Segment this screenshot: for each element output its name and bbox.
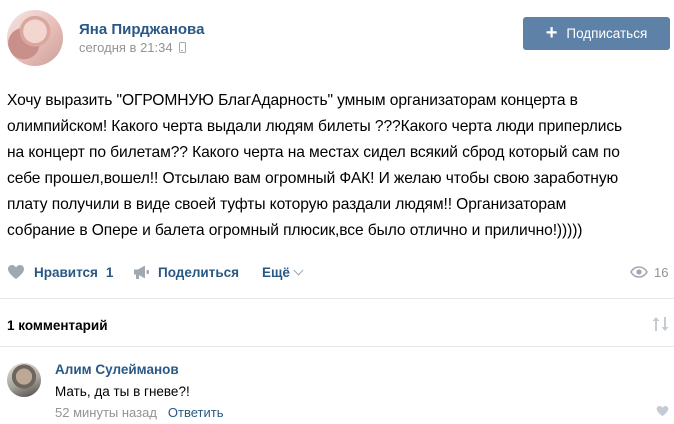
comments-count: 1 комментарий — [7, 318, 108, 333]
subscribe-button[interactable]: + Подписаться — [523, 17, 670, 50]
post-header: Яна Пирджанова сегодня в 21:34 + Подписа… — [0, 0, 674, 80]
like-button[interactable]: Нравится 1 — [7, 258, 113, 286]
subscribe-label: Подписаться — [566, 26, 648, 41]
post-text: Хочу выразить "ОГРОМНУЮ БлагАдарность" у… — [7, 92, 623, 239]
comment-meta: 52 минуты назад Ответить — [55, 405, 223, 420]
comment-like-heart-icon[interactable] — [656, 405, 669, 417]
views-count: 16 — [654, 264, 669, 280]
chevron-down-icon — [293, 265, 304, 275]
comment-author[interactable]: Алим Сулейманов — [55, 362, 179, 377]
divider — [0, 298, 674, 299]
share-label: Поделиться — [158, 264, 240, 280]
plus-icon: + — [545, 21, 558, 44]
views-counter: 16 — [630, 258, 668, 286]
divider — [0, 346, 674, 347]
megaphone-icon — [134, 265, 149, 279]
sort-arrows-icon[interactable] — [651, 316, 671, 332]
post-time[interactable]: сегодня в 21:34 — [79, 40, 173, 55]
post-actions: Нравится 1 Поделиться Ещё 16 — [0, 258, 674, 286]
commenter-avatar[interactable] — [7, 363, 41, 397]
more-button[interactable]: Ещё — [262, 258, 304, 286]
author-avatar[interactable] — [7, 10, 63, 66]
heart-icon — [8, 265, 24, 279]
share-button[interactable]: Поделиться — [133, 258, 239, 286]
like-count: 1 — [105, 264, 114, 280]
author-name[interactable]: Яна Пирджанова — [79, 21, 204, 38]
comment-text: Мать, да ты в гневе?! — [55, 384, 190, 399]
like-label: Нравится — [34, 264, 98, 280]
reply-button[interactable]: Ответить — [168, 405, 224, 420]
comment-time[interactable]: 52 минуты назад — [55, 405, 157, 420]
more-label: Ещё — [262, 264, 290, 280]
eye-icon — [630, 266, 648, 278]
mobile-phone-icon — [178, 42, 186, 53]
post-meta: сегодня в 21:34 — [79, 40, 186, 55]
